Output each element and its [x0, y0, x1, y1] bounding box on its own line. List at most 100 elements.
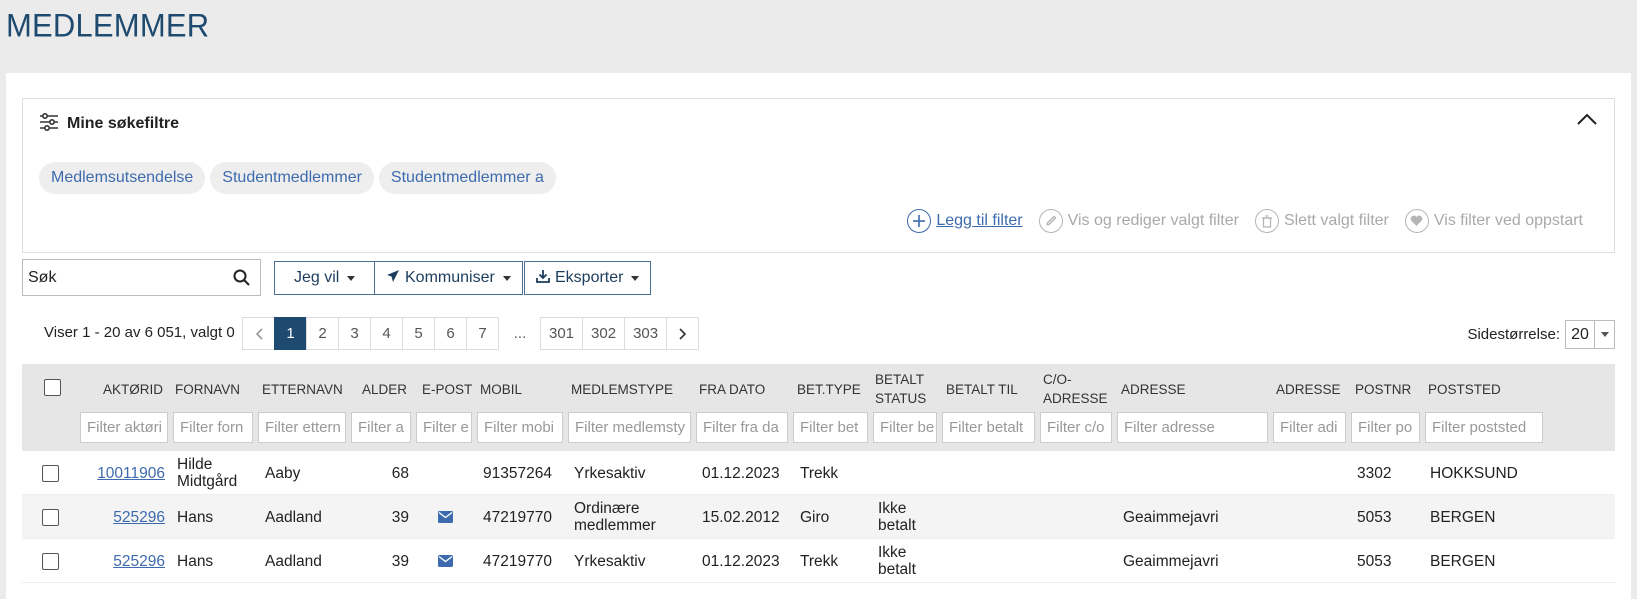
- cell-betaltstatus: Ikke betalt: [878, 544, 916, 578]
- column-filter-input[interactable]: Filter aktøri: [80, 412, 168, 443]
- select-all-checkbox[interactable]: [44, 379, 61, 396]
- page-size-label: Sidestørrelse:: [1467, 326, 1560, 343]
- column-filter-input[interactable]: Filter adi: [1273, 412, 1346, 443]
- column-header[interactable]: BETALT TIL: [946, 364, 1036, 414]
- caret-down-icon: [502, 275, 511, 281]
- column-header[interactable]: ETTERNAVN: [262, 364, 352, 414]
- row-checkbox[interactable]: [42, 509, 59, 526]
- saved-filters-header[interactable]: Mine søkefiltre: [39, 112, 179, 135]
- cell-fradato: 01.12.2023: [702, 552, 780, 570]
- startup-filter-button[interactable]: Vis filter ved oppstart: [1404, 209, 1583, 233]
- column-header[interactable]: MOBIL: [480, 364, 560, 414]
- search-icon[interactable]: [233, 269, 250, 290]
- page-button[interactable]: 1: [274, 317, 307, 350]
- members-table: AKTØRID FORNAVN ETTERNAVN ALDER E-POST M…: [22, 364, 1615, 583]
- search-box: [22, 259, 261, 296]
- row-checkbox[interactable]: [42, 465, 59, 482]
- page-button[interactable]: 7: [466, 317, 499, 350]
- delete-filter-button[interactable]: Slett valgt filter: [1254, 209, 1389, 233]
- column-filter-input[interactable]: Filter c/o: [1040, 412, 1112, 443]
- column-header[interactable]: POSTSTED: [1428, 364, 1548, 414]
- add-filter-button[interactable]: Legg til filter: [907, 209, 1023, 233]
- cell-postnr: 5053: [1357, 508, 1392, 526]
- column-filter-input[interactable]: Filter mobi: [477, 412, 563, 443]
- table-row[interactable]: 10011906 Hilde Midtgård Aaby 68 91357264…: [22, 451, 1615, 495]
- table-row[interactable]: 525296 Hans Aadland 39 47219770 Ordinære…: [22, 495, 1615, 539]
- page-button[interactable]: 2: [306, 317, 339, 350]
- cell-fradato: 15.02.2012: [702, 508, 780, 526]
- cell-postnr: 5053: [1357, 552, 1392, 570]
- column-header[interactable]: MEDLEMSTYPE: [571, 364, 691, 414]
- edit-filter-button[interactable]: Vis og rediger valgt filter: [1038, 209, 1239, 233]
- results-summary: Viser 1 - 20 av 6 051, valgt 0: [44, 324, 235, 341]
- column-filter-input[interactable]: Filter a: [351, 412, 411, 443]
- filter-chip[interactable]: Medlemsutsendelse: [39, 162, 206, 194]
- column-filter-input[interactable]: Filter poststed: [1425, 412, 1543, 443]
- jeg-vil-button[interactable]: Jeg vil: [274, 261, 376, 295]
- next-page-button[interactable]: [666, 317, 700, 350]
- aktorid-link[interactable]: 525296: [82, 495, 165, 539]
- column-filter-input[interactable]: Filter betalt: [942, 412, 1035, 443]
- filter-chip[interactable]: Studentmedlemmer a: [378, 162, 556, 194]
- column-header[interactable]: BET.TYPE: [797, 364, 872, 414]
- kommuniser-button[interactable]: Kommuniser: [374, 261, 523, 295]
- page-button[interactable]: 6: [434, 317, 467, 350]
- page-ellipsis: ...: [505, 317, 535, 350]
- column-header[interactable]: E-POST: [422, 364, 478, 414]
- column-filter-input[interactable]: Filter be: [873, 412, 937, 443]
- column-filter-input[interactable]: Filter fra da: [696, 412, 788, 443]
- eksporter-label: Eksporter: [555, 269, 624, 286]
- table-row[interactable]: 525296 Hans Aadland 39 47219770 Yrkesakt…: [22, 539, 1615, 583]
- cell-medlemstype: Ordinære medlemmer: [574, 500, 656, 534]
- sliders-icon: [39, 112, 59, 135]
- cell-medlemstype: Yrkesaktiv: [574, 464, 646, 482]
- cell-adresse: Geaimmejavri: [1123, 508, 1219, 526]
- envelope-icon[interactable]: [438, 539, 458, 583]
- column-header[interactable]: POSTNR: [1355, 364, 1425, 414]
- page-button[interactable]: 3: [338, 317, 371, 350]
- trash-icon: [1254, 209, 1279, 233]
- column-header[interactable]: ALDER: [357, 364, 407, 414]
- download-icon: [536, 269, 550, 288]
- page-button[interactable]: 5: [402, 317, 435, 350]
- column-header[interactable]: C/O-ADRESSE: [1043, 364, 1113, 414]
- cell-etternavn: Aadland: [265, 508, 322, 526]
- eksporter-button[interactable]: Eksporter: [524, 261, 652, 295]
- column-filter-input[interactable]: Filter e: [416, 412, 472, 443]
- chevron-up-icon[interactable]: [1576, 111, 1598, 129]
- page-button[interactable]: 4: [370, 317, 403, 350]
- cell-bettype: Trekk: [800, 464, 839, 482]
- column-filter-input[interactable]: Filter medlemsty: [568, 412, 691, 443]
- column-filter-input[interactable]: Filter po: [1351, 412, 1420, 443]
- page-size-select[interactable]: 20: [1565, 320, 1615, 349]
- row-checkbox[interactable]: [42, 553, 59, 570]
- aktorid-link[interactable]: 10011906: [82, 451, 165, 495]
- plus-circle-icon: [907, 209, 932, 233]
- filter-chip[interactable]: Studentmedlemmer: [210, 162, 374, 194]
- cell-etternavn: Aaby: [265, 464, 301, 482]
- column-header[interactable]: FORNAVN: [175, 364, 255, 414]
- column-filter-input[interactable]: Filter bet: [793, 412, 868, 443]
- envelope-icon[interactable]: [438, 495, 458, 539]
- column-header[interactable]: ADRESSE: [1121, 364, 1261, 414]
- column-header[interactable]: FRA DATO: [699, 364, 789, 414]
- column-header[interactable]: BETALT STATUS: [875, 364, 935, 414]
- cell-mobil: 47219770: [483, 508, 552, 526]
- page-button[interactable]: 301: [540, 317, 584, 350]
- page-button[interactable]: 303: [624, 317, 668, 350]
- edit-filter-label: Vis og rediger valgt filter: [1067, 212, 1239, 229]
- column-filter-input[interactable]: Filter adresse: [1117, 412, 1268, 443]
- column-filter-input[interactable]: Filter forn: [173, 412, 253, 443]
- cell-fornavn: Hilde Midtgård: [177, 456, 238, 490]
- prev-page-button[interactable]: [242, 317, 275, 350]
- column-filter-input[interactable]: Filter ettern: [258, 412, 346, 443]
- page-button[interactable]: 302: [582, 317, 626, 350]
- column-header[interactable]: AKTØRID: [82, 364, 163, 414]
- cell-poststed: HOKKSUND: [1430, 464, 1518, 482]
- main-content: Mine søkefiltre Medlemsutsendelse Studen…: [6, 73, 1631, 599]
- cell-poststed: BERGEN: [1430, 552, 1496, 570]
- aktorid-link[interactable]: 525296: [82, 539, 165, 583]
- pagination: 1 2 3 4 5 6 7 ... 301 302 303: [242, 317, 700, 350]
- column-header[interactable]: ADRESSE: [1276, 364, 1346, 414]
- search-input[interactable]: [23, 268, 223, 287]
